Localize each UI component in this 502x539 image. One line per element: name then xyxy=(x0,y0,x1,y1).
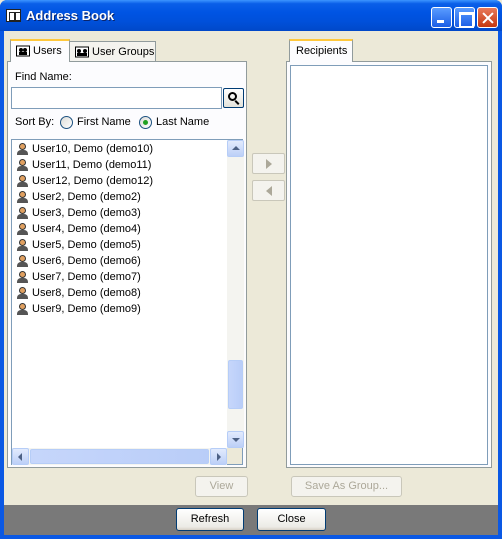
address-book-window: Address Book Users User Groups Find Name… xyxy=(0,0,502,539)
scroll-right-button[interactable] xyxy=(210,448,227,465)
user-name: User9, Demo (demo9) xyxy=(32,303,141,315)
minimize-button[interactable] xyxy=(431,7,452,28)
tab-users[interactable]: Users xyxy=(10,39,70,62)
scroll-left-button[interactable] xyxy=(12,448,29,465)
recipients-list[interactable] xyxy=(290,65,488,465)
recipients-panel xyxy=(286,61,492,468)
remove-recipient-button[interactable] xyxy=(252,180,285,201)
scroll-corner xyxy=(227,448,242,464)
users-panel: Find Name: Sort By: First Name Last Name… xyxy=(7,61,247,468)
save-as-group-button[interactable]: Save As Group... xyxy=(291,476,402,497)
user-name: User7, Demo (demo7) xyxy=(32,271,141,283)
client-area: Users User Groups Find Name: Sort By: Fi… xyxy=(4,31,498,535)
user-name: User11, Demo (demo11) xyxy=(32,159,152,171)
chevron-down-icon xyxy=(232,438,240,442)
sort-first-name-radio[interactable] xyxy=(60,116,73,129)
hscroll-thumb[interactable] xyxy=(30,449,209,464)
user-name: User2, Demo (demo2) xyxy=(32,191,141,203)
footer-bar: Refresh Close xyxy=(4,505,498,535)
scroll-up-button[interactable] xyxy=(227,140,244,157)
chevron-left-icon xyxy=(18,453,22,461)
close-window-button[interactable] xyxy=(477,7,498,28)
tab-user-groups-label: User Groups xyxy=(92,46,155,58)
user-name: User8, Demo (demo8) xyxy=(32,287,141,299)
list-item[interactable]: User6, Demo (demo6) xyxy=(15,253,141,269)
user-icon xyxy=(17,159,28,171)
refresh-button[interactable]: Refresh xyxy=(176,508,244,531)
users-list-hscrollbar[interactable] xyxy=(12,448,227,465)
user-name: User3, Demo (demo3) xyxy=(32,207,141,219)
list-item[interactable]: User2, Demo (demo2) xyxy=(15,189,141,205)
user-icon xyxy=(17,175,28,187)
user-name: User5, Demo (demo5) xyxy=(32,239,141,251)
add-recipient-button[interactable] xyxy=(252,153,285,174)
scroll-down-button[interactable] xyxy=(227,431,244,448)
user-name: User12, Demo (demo12) xyxy=(32,175,154,187)
list-item[interactable]: User8, Demo (demo8) xyxy=(15,285,141,301)
list-item[interactable]: User3, Demo (demo3) xyxy=(15,205,141,221)
list-item[interactable]: User9, Demo (demo9) xyxy=(15,301,141,317)
user-icon xyxy=(17,223,28,235)
users-icon xyxy=(16,45,30,57)
tab-users-label: Users xyxy=(33,45,62,57)
chevron-right-icon xyxy=(217,453,221,461)
find-name-label: Find Name: xyxy=(15,71,72,83)
user-name: User6, Demo (demo6) xyxy=(32,255,141,267)
user-icon xyxy=(17,143,28,155)
tab-recipients-label: Recipients xyxy=(296,45,348,57)
sort-first-name-label[interactable]: First Name xyxy=(77,116,131,128)
sort-last-name-label[interactable]: Last Name xyxy=(156,116,209,128)
user-icon xyxy=(17,303,28,315)
magnifier-handle xyxy=(234,100,240,105)
users-list[interactable]: User10, Demo (demo10) User11, Demo (demo1… xyxy=(11,139,244,465)
list-item[interactable]: User12, Demo (demo12) xyxy=(15,173,153,189)
maximize-button[interactable] xyxy=(454,7,475,28)
user-groups-icon xyxy=(75,46,89,58)
user-name: User4, Demo (demo4) xyxy=(32,223,141,235)
view-button[interactable]: View xyxy=(195,476,248,497)
user-icon xyxy=(17,191,28,203)
tab-recipients[interactable]: Recipients xyxy=(289,39,353,62)
chevron-up-icon xyxy=(232,146,240,150)
user-icon xyxy=(17,207,28,219)
address-book-icon xyxy=(6,9,21,22)
list-item[interactable]: User4, Demo (demo4) xyxy=(15,221,141,237)
close-button[interactable]: Close xyxy=(257,508,326,531)
arrow-right-icon xyxy=(266,159,272,169)
list-item[interactable]: User5, Demo (demo5) xyxy=(15,237,141,253)
sort-last-name-radio[interactable] xyxy=(139,116,152,129)
window-title: Address Book xyxy=(26,8,115,23)
user-icon xyxy=(17,255,28,267)
users-list-vscrollbar[interactable] xyxy=(227,140,244,448)
user-icon xyxy=(17,287,28,299)
sort-by-label: Sort By: xyxy=(15,116,55,128)
arrow-left-icon xyxy=(266,186,272,196)
list-item[interactable]: User7, Demo (demo7) xyxy=(15,269,141,285)
find-name-input[interactable] xyxy=(11,87,222,109)
user-icon xyxy=(17,239,28,251)
tab-user-groups[interactable]: User Groups xyxy=(69,41,156,62)
vscroll-thumb[interactable] xyxy=(228,360,243,409)
search-button[interactable] xyxy=(223,88,244,108)
user-name: User10, Demo (demo10) xyxy=(32,143,154,155)
list-item[interactable]: User10, Demo (demo10) xyxy=(15,141,153,157)
title-bar[interactable]: Address Book xyxy=(0,0,502,31)
user-icon xyxy=(17,271,28,283)
list-item[interactable]: User11, Demo (demo11) xyxy=(15,157,151,173)
